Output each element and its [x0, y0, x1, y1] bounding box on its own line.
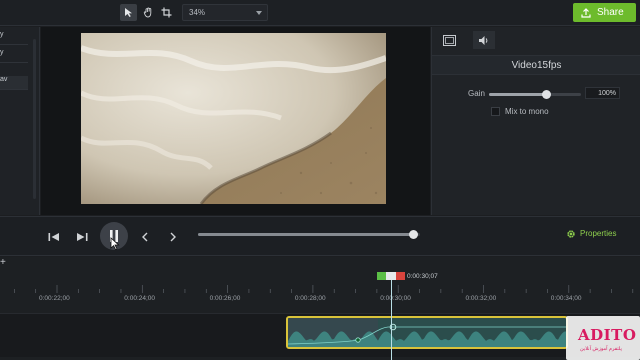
media-bin-scrollbar[interactable] [33, 39, 36, 199]
audio-properties-tab[interactable] [473, 31, 495, 49]
playhead-handle[interactable] [377, 272, 405, 280]
camtasia-editor: 34% Share y y av Video15fps Gain 100% Mi… [0, 0, 640, 360]
share-label: Share [597, 7, 624, 18]
scrub-bar[interactable] [198, 230, 420, 239]
film-icon [442, 34, 456, 46]
chevron-right-icon [170, 232, 176, 242]
media-bin-item-label: y [0, 49, 4, 56]
upload-icon [581, 7, 591, 18]
next-marker-button[interactable] [163, 227, 183, 247]
chevron-down-icon [256, 11, 262, 15]
step-back-button[interactable] [44, 227, 64, 247]
playback-controls: Properties [0, 216, 640, 256]
properties-label: Properties [580, 229, 617, 238]
watermark-brand: ADITO [578, 326, 637, 344]
ruler-tick-label: 0:00:32;00 [465, 295, 497, 302]
step-forward-button[interactable] [72, 227, 92, 247]
media-bin-item[interactable]: av [0, 76, 28, 90]
ruler-tick-label: 0:00:30;00 [380, 295, 411, 302]
beach-waves-image [81, 33, 386, 204]
playhead-out-marker[interactable] [396, 272, 405, 280]
playhead-in-marker[interactable] [377, 272, 386, 280]
gain-value-field[interactable]: 100% [585, 87, 620, 99]
add-track-icon[interactable]: + [0, 257, 6, 268]
playhead-center[interactable] [386, 272, 396, 280]
ruler-tick-label: 0:00:26;00 [209, 295, 241, 302]
audio-waveform [288, 318, 566, 347]
media-bin-item[interactable]: y [0, 31, 28, 45]
mix-to-mono-label: Mix to mono [505, 107, 549, 116]
timeline[interactable]: + 0:00:22;00 0:00:24;00 0:00:26;00 0:00:28;… [0, 257, 640, 360]
chevron-left-icon [142, 232, 148, 242]
playhead-line [391, 275, 392, 360]
zoom-value: 34% [189, 8, 206, 17]
speaker-icon [479, 35, 488, 45]
video-frame [81, 33, 386, 204]
clip-name: Video15fps [432, 55, 640, 75]
properties-panel: Video15fps Gain 100% Mix to mono [431, 27, 640, 215]
previous-marker-button[interactable] [135, 227, 155, 247]
step-back-icon [48, 233, 59, 241]
step-forward-icon [77, 233, 88, 241]
gain-label: Gain [468, 89, 485, 98]
gear-icon [567, 229, 575, 238]
visual-properties-tab[interactable] [438, 31, 460, 49]
ruler-tick-label: 0:00:28;00 [294, 295, 326, 302]
watermark-logo: ADITO پلتفرم آموزش آنلاین [566, 316, 640, 360]
gain-slider-handle[interactable] [541, 90, 551, 99]
audio-clip[interactable] [286, 316, 568, 349]
media-bin-item-label: y [0, 31, 4, 38]
crop-icon[interactable] [158, 4, 175, 21]
watermark-tagline: پلتفرم آموزش آنلاین [580, 346, 622, 352]
zoom-dropdown[interactable]: 34% [182, 4, 268, 21]
media-bin-panel: y y av [0, 27, 40, 235]
ruler-tick-label: 0:00:34;00 [550, 295, 582, 302]
top-toolbar: 34% Share [0, 0, 640, 26]
share-button[interactable]: Share [573, 3, 636, 22]
scrub-handle[interactable] [408, 230, 418, 239]
ruler-tick-label: 0:00:24;00 [124, 295, 156, 302]
gain-slider[interactable] [489, 90, 581, 99]
media-bin-item-label: av [0, 76, 8, 83]
gain-slider-fill [489, 93, 547, 96]
scrub-bar-fill [198, 233, 414, 236]
media-bin-item[interactable]: y [0, 49, 28, 63]
hand-pan-icon[interactable] [140, 4, 157, 21]
playhead-time: 0:00:30;07 [407, 273, 438, 280]
mouse-cursor-icon [110, 237, 120, 251]
select-tool-icon[interactable] [120, 4, 137, 21]
properties-button[interactable]: Properties [566, 225, 630, 242]
mix-to-mono-checkbox[interactable] [491, 107, 500, 116]
ruler-tick-label: 0:00:22;00 [39, 295, 70, 302]
